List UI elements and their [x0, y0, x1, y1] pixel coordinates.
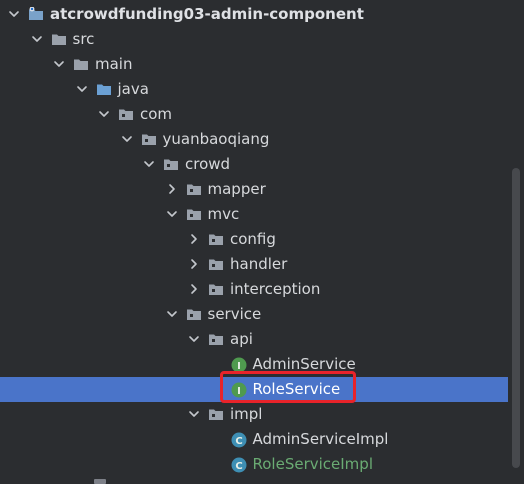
- tree-node-label: crowd: [185, 155, 231, 173]
- tree-node-label: mvc: [207, 205, 240, 223]
- tree-node-com[interactable]: com: [0, 102, 508, 127]
- package-icon: [208, 407, 224, 422]
- class-icon: C: [231, 457, 247, 473]
- tree-node-handler[interactable]: handler: [0, 252, 508, 277]
- class-icon: C: [231, 432, 247, 448]
- chevron-down-icon[interactable]: [53, 58, 65, 70]
- folder-icon: [73, 57, 89, 72]
- folder-icon: [51, 32, 67, 47]
- tree-node-crowd[interactable]: crowd: [0, 152, 508, 177]
- tree-node-label: AdminServiceImpl: [252, 430, 389, 448]
- tree-node-label: config: [230, 230, 276, 248]
- tree-node-label: handler: [230, 255, 288, 273]
- chevron-down-icon[interactable]: [8, 8, 20, 20]
- tree-node-label: yuanbaoqiang: [162, 130, 270, 148]
- package-icon: [208, 332, 224, 347]
- chevron-down-icon[interactable]: [166, 308, 178, 320]
- tree-node-label: mapper: [207, 180, 266, 198]
- chevron-down-icon[interactable]: [121, 133, 133, 145]
- tree-node-mapper[interactable]: mapper: [0, 177, 508, 202]
- tree-node-label: main: [95, 55, 133, 73]
- package-icon: [118, 107, 134, 122]
- tree-node-label: RoleServiceImpl: [252, 455, 373, 473]
- package-icon: [163, 157, 179, 172]
- source-folder-icon: [96, 82, 112, 97]
- project-tree[interactable]: atcrowdfunding03-admin-component src main j…: [0, 0, 524, 484]
- package-icon: [186, 207, 202, 222]
- chevron-down-icon[interactable]: [188, 333, 200, 345]
- svg-text:C: C: [235, 436, 242, 447]
- tree-node-config[interactable]: config: [0, 227, 508, 252]
- package-icon: [186, 182, 202, 197]
- tree-node-adminserviceimpl[interactable]: C AdminServiceImpl: [0, 427, 508, 452]
- vertical-scrollbar[interactable]: [512, 168, 520, 468]
- tree-node-label: impl: [230, 405, 263, 423]
- chevron-down-icon[interactable]: [76, 83, 88, 95]
- tree-node-main[interactable]: main: [0, 52, 508, 77]
- tree-node-mvc[interactable]: mvc: [0, 202, 508, 227]
- svg-text:C: C: [235, 461, 242, 472]
- tree-node-label: com: [140, 105, 173, 123]
- chevron-right-icon[interactable]: [188, 258, 200, 270]
- chevron-right-icon[interactable]: [188, 233, 200, 245]
- tree-node-roleserviceimpl[interactable]: C RoleServiceImpl: [0, 452, 508, 477]
- partial-row-icon: [94, 479, 106, 484]
- tree-node-label: service: [207, 305, 262, 323]
- tree-node-service[interactable]: service: [0, 302, 508, 327]
- tree-node-label: atcrowdfunding03-admin-component: [50, 5, 364, 23]
- tree-node-interception[interactable]: interception: [0, 277, 508, 302]
- tree-node-label: src: [72, 30, 95, 48]
- package-icon: [186, 307, 202, 322]
- tree-node-impl[interactable]: impl: [0, 402, 508, 427]
- package-icon: [208, 232, 224, 247]
- chevron-down-icon[interactable]: [188, 408, 200, 420]
- package-icon: [141, 132, 157, 147]
- tree-node-atcrowdfunding03-admin-component[interactable]: atcrowdfunding03-admin-component: [0, 2, 508, 27]
- chevron-down-icon[interactable]: [166, 208, 178, 220]
- tree-node-label: interception: [230, 280, 321, 298]
- chevron-right-icon[interactable]: [166, 183, 178, 195]
- tree-node-api[interactable]: api: [0, 327, 508, 352]
- package-icon: [208, 257, 224, 272]
- package-icon: [208, 282, 224, 297]
- tree-node-yuanbaoqiang[interactable]: yuanbaoqiang: [0, 127, 508, 152]
- tree-node-java[interactable]: java: [0, 77, 508, 102]
- chevron-right-icon[interactable]: [188, 283, 200, 295]
- chevron-down-icon[interactable]: [98, 108, 110, 120]
- tree-node-label: api: [230, 330, 253, 348]
- chevron-down-icon[interactable]: [143, 158, 155, 170]
- interface-icon: I: [231, 357, 247, 373]
- tree-node-src[interactable]: src: [0, 27, 508, 52]
- module-folder-icon: [28, 7, 44, 22]
- chevron-down-icon[interactable]: [31, 33, 43, 45]
- tree-node-label: java: [117, 80, 149, 98]
- highlight-box: [220, 371, 356, 403]
